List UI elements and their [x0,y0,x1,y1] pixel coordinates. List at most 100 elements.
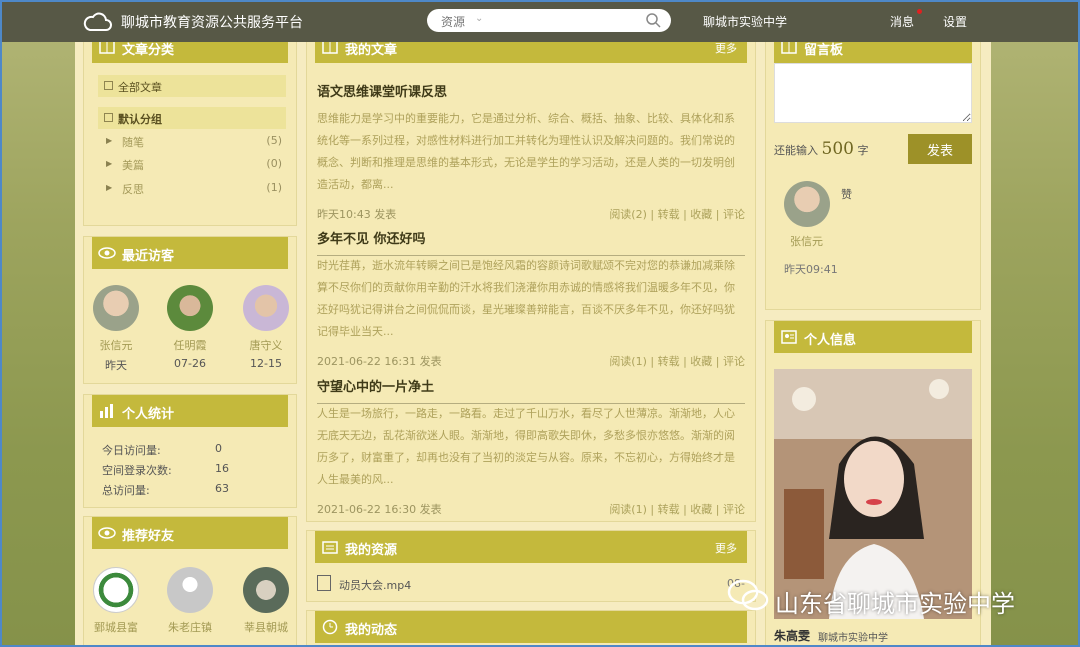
profile-photo[interactable] [774,369,972,619]
article-time: 昨天10:43 发表 [317,208,397,221]
profile-school: 聊城市实验中学 [818,633,888,644]
chevron-down-icon[interactable]: ⌄ [475,13,483,24]
visitor-name[interactable]: 唐守义 [236,337,296,353]
more-link[interactable]: 更多 [715,40,737,56]
category-label: 默认分组 [118,113,162,126]
resource-name[interactable]: 动员大会.mp4 [339,577,411,593]
top-navigation-bar: 聊城市教育资源公共服务平台 资源 ⌄ 聊城市实验中学 消息 设置 [0,0,1080,42]
category-name: 随笔 [122,136,144,149]
visitor-card[interactable]: 任明霞 07-26 [160,285,220,370]
clock-icon [322,619,338,635]
category-item[interactable]: ▶ 反思 (1) [104,179,282,199]
category-count: (5) [266,134,282,147]
visitor-card[interactable]: 张信元 昨天 [86,285,146,373]
article-meta: 2021-06-22 16:31 发表 阅读(1) | 转载 | 收藏 | 评论 [317,353,745,369]
friend-card[interactable]: 朱老庄镇 [160,567,220,635]
visitor-name[interactable]: 任明霞 [160,337,220,353]
stat-value: 63 [215,482,229,495]
panel-title: 推荐好友 [122,529,175,544]
school-link[interactable]: 聊城市实验中学 [703,13,787,30]
friend-name[interactable]: 鄄城县富 [86,619,146,635]
search-bar: 资源 ⌄ [427,9,671,32]
visitor-name[interactable]: 张信元 [86,337,146,353]
article-title[interactable]: 多年不见 你还好吗 [317,228,745,247]
resources-panel: 我的资源 更多 动员大会.mp4 08- [306,530,756,602]
avatar[interactable] [93,285,139,331]
platform-title[interactable]: 聊城市教育资源公共服务平台 [121,12,303,32]
more-link[interactable]: 更多 [715,540,737,556]
article-item: 语文思维课堂听课反思 思维能力是学习中的重要能力，它是通过分析、综合、概括、抽象… [317,81,745,222]
collapse-icon [104,81,113,90]
article-actions[interactable]: 阅读(1) | 转载 | 收藏 | 评论 [609,501,745,517]
friend-name[interactable]: 莘县朝城 [236,619,296,635]
messages-link[interactable]: 消息 [890,13,914,30]
article-excerpt: 人生是一场旅行，一路走，一路看。走过了千山万水，看尽了人世薄凉。渐渐地，人心无底… [317,407,735,486]
search-input[interactable] [495,12,635,29]
wechat-watermark: 山东省聊城市实验中学 [727,578,1015,618]
panel-header: 个人统计 [92,395,288,427]
avatar[interactable] [243,567,289,613]
panel-title: 我的动态 [345,623,398,638]
settings-link[interactable]: 设置 [943,13,967,30]
category-label: 全部文章 [118,81,162,94]
id-card-icon [781,330,797,344]
visitors-panel: 最近访客 张信元 昨天 任明霞 07-26 唐守义 12-15 [83,236,297,384]
guestbook-panel: 留言板 还能输入 500 字 发表 张信元 赞 昨天09:41 [765,30,981,310]
stat-value: 0 [215,442,222,455]
comment-text: 赞 [841,188,852,201]
category-count: (0) [266,157,282,170]
stat-label: 今日访问量: [102,444,161,457]
submit-button[interactable]: 发表 [908,134,972,164]
panel-header: 个人信息 [774,321,972,353]
space-page: 文章分类 全部文章 默认分组 ▶ 随笔 (5) ▶ 美篇 (0) ▶ 反思 (1… [75,30,991,647]
category-all[interactable]: 全部文章 [98,75,286,97]
stat-row: 总访问量: 63 [102,482,286,500]
counter-prefix: 还能输入 [774,144,818,157]
article-time: 2021-06-22 16:31 发表 [317,355,442,368]
friends-panel: 推荐好友 鄄城县富 朱老庄镇 莘县朝城 [83,516,297,647]
panel-header: 我的资源 更多 [315,531,747,563]
category-name: 反思 [122,183,144,196]
category-item[interactable]: ▶ 随笔 (5) [104,132,282,152]
search-icon[interactable] [646,13,661,28]
stat-row: 今日访问量: 0 [102,442,286,460]
panel-header: 我的动态 [315,611,747,643]
avatar[interactable] [167,285,213,331]
article-title[interactable]: 守望心中的一片净土 [317,376,745,395]
resource-item[interactable]: 动员大会.mp4 08- [317,575,745,593]
category-panel: 文章分类 全部文章 默认分组 ▶ 随笔 (5) ▶ 美篇 (0) ▶ 反思 (1… [83,30,297,226]
triangle-right-icon: ▶ [106,136,113,145]
bar-chart-icon [100,404,113,418]
avatar[interactable] [243,285,289,331]
notification-dot [917,9,922,14]
avatar[interactable] [784,181,830,227]
wechat-icon [727,579,769,611]
article-title[interactable]: 语文思维课堂听课反思 [317,81,745,100]
cloud-icon[interactable] [82,10,112,32]
comment-author[interactable]: 张信元 [790,233,823,249]
category-name: 美篇 [122,159,144,172]
search-category-select[interactable]: 资源 [441,13,465,30]
collapse-icon [104,113,113,122]
category-default-group[interactable]: 默认分组 [98,107,286,129]
article-actions[interactable]: 阅读(2) | 转载 | 收藏 | 评论 [609,206,745,222]
friend-card[interactable]: 莘县朝城 [236,567,296,635]
watermark-text: 山东省聊城市实验中学 [775,590,1015,618]
article-excerpt: 思维能力是学习中的重要能力，它是通过分析、综合、概括、抽象、比较、具体化和系统化… [317,112,735,191]
category-item[interactable]: ▶ 美篇 (0) [104,155,282,175]
article-meta: 昨天10:43 发表 阅读(2) | 转载 | 收藏 | 评论 [317,206,745,222]
comment-avatar[interactable] [784,181,830,227]
triangle-right-icon: ▶ [106,159,113,168]
stat-label: 总访问量: [102,484,150,497]
avatar[interactable] [93,567,139,613]
message-input[interactable] [774,63,972,123]
char-counter: 还能输入 500 字 [774,139,868,159]
article-actions[interactable]: 阅读(1) | 转载 | 收藏 | 评论 [609,353,745,369]
counter-suffix: 字 [857,144,869,157]
article-excerpt: 时光荏苒，逝水流年转瞬之间已是饱经风霜的容颜诗词歌赋颂不完对您的恭谦加减乘除算不… [317,259,735,338]
friend-name[interactable]: 朱老庄镇 [160,619,220,635]
visitor-card[interactable]: 唐守义 12-15 [236,285,296,370]
panel-title: 我的资源 [345,543,398,558]
friend-card[interactable]: 鄄城县富 [86,567,146,635]
avatar[interactable] [167,567,213,613]
